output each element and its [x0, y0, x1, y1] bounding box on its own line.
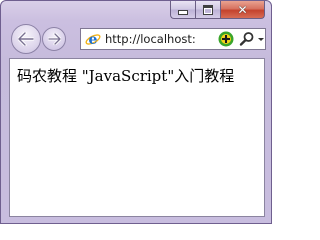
minimize-button[interactable]: [170, 1, 195, 19]
back-arrow-icon: [18, 32, 34, 46]
chevron-down-icon[interactable]: [257, 31, 265, 47]
minimize-icon: [178, 10, 188, 15]
back-button[interactable]: [11, 24, 41, 54]
svg-text:e: e: [89, 32, 98, 47]
forward-arrow-icon: [47, 33, 61, 45]
close-button[interactable]: ✕: [220, 1, 265, 19]
maximize-button[interactable]: [195, 1, 220, 19]
browser-window: ✕ e http://localhost: 码农教程 "JavaScript"入…: [0, 0, 272, 224]
page-content: 码农教程 "JavaScript"入门教程: [9, 58, 265, 217]
close-icon: ✕: [237, 2, 248, 17]
forward-button[interactable]: [42, 27, 66, 51]
compatibility-view-icon[interactable]: [218, 31, 234, 47]
maximize-icon: [203, 4, 213, 15]
page-text: 码农教程 "JavaScript"入门教程: [17, 67, 235, 85]
address-bar[interactable]: e http://localhost:: [80, 28, 266, 50]
ie-icon: e: [85, 32, 101, 47]
search-icon[interactable]: [239, 31, 255, 47]
url-text[interactable]: http://localhost:: [105, 32, 217, 46]
window-controls: ✕: [170, 1, 265, 20]
